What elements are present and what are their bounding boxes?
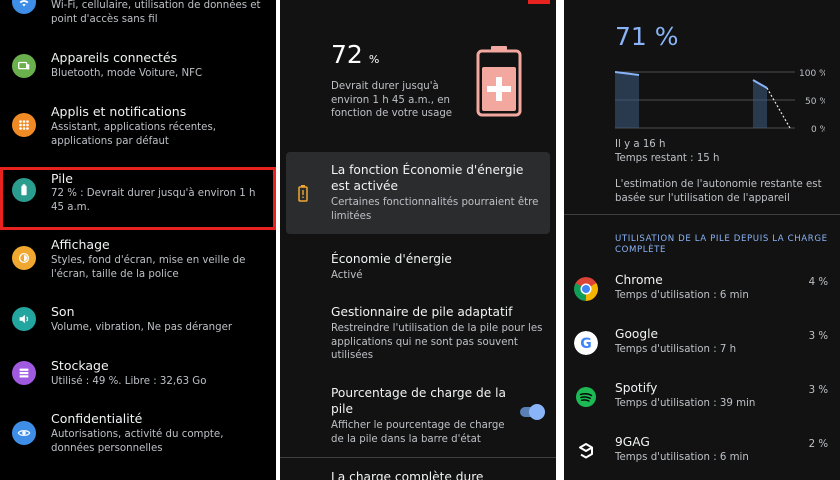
settings-item-connected-devices[interactable]: Appareils connectés Bluetooth, mode Voit… bbox=[0, 48, 276, 92]
app-usage-time: Temps d'utilisation : 6 min bbox=[615, 452, 749, 463]
graph-start-time: Il y a 16 h bbox=[615, 139, 666, 150]
app-usage-time: Temps d'utilisation : 7 h bbox=[615, 344, 737, 355]
settings-item-title: Stockage bbox=[51, 358, 109, 373]
battery-estimate: Devrait durer jusqu'à environ 1 h 45 a.m… bbox=[331, 81, 453, 119]
spotify-icon bbox=[576, 387, 596, 407]
apps-icon bbox=[12, 113, 36, 137]
google-icon: G bbox=[574, 331, 598, 355]
devices-icon bbox=[12, 54, 36, 78]
toggle-knob bbox=[529, 404, 545, 420]
settings-item-title: Affichage bbox=[51, 237, 110, 252]
option-sub: Activé bbox=[331, 270, 363, 281]
axis-label-100: 100 % bbox=[799, 69, 825, 79]
battery-percent-value: 72 bbox=[331, 40, 363, 69]
app-usage-row-9gag[interactable]: 9GAG Temps d'utilisation : 6 min 2 % bbox=[564, 435, 840, 480]
settings-item-sub: Autorisations, activité du compte, donné… bbox=[51, 429, 224, 454]
settings-item-privacy[interactable]: Confidentialité Autorisations, activité … bbox=[0, 410, 276, 458]
app-usage-percent: 3 % bbox=[808, 385, 828, 396]
battery-panel: 72% Devrait durer jusqu'à environ 1 h 45… bbox=[280, 0, 556, 480]
svg-text:G: G bbox=[580, 336, 592, 352]
settings-item-title: Son bbox=[51, 304, 75, 319]
battery-saver-illustration-icon bbox=[476, 46, 522, 117]
battery-detail-panel: 71 % 100 % 50 % 0 % Il y a 16 h Temps re… bbox=[564, 0, 840, 480]
battery-history-graph: 100 % 50 % 0 % bbox=[615, 69, 825, 135]
app-usage-percent: 4 % bbox=[808, 277, 828, 288]
storage-icon bbox=[12, 361, 36, 385]
battery-saver-status-card[interactable]: La fonction Économie d'énergie est activ… bbox=[286, 152, 550, 234]
axis-label-0: 0 % bbox=[811, 125, 825, 135]
settings-item-sub: Bluetooth, mode Voiture, NFC bbox=[51, 68, 203, 79]
battery-saver-card-title: La fonction Économie d'énergie est activ… bbox=[331, 163, 524, 193]
settings-item-title: Applis et notifications bbox=[51, 104, 187, 119]
highlight-box bbox=[0, 167, 276, 230]
app-usage-time: Temps d'utilisation : 6 min bbox=[615, 290, 749, 301]
option-sub: Restreindre l'utilisation de la pile pou… bbox=[331, 323, 543, 361]
settings-item-title: Confidentialité bbox=[51, 411, 143, 426]
app-name: 9GAG bbox=[615, 435, 650, 449]
9gag-icon bbox=[579, 443, 593, 459]
app-usage-percent: 3 % bbox=[808, 331, 828, 342]
divider bbox=[564, 214, 840, 215]
battery-alert-icon bbox=[298, 185, 308, 202]
settings-item-sub: Volume, vibration, Ne pas déranger bbox=[51, 322, 233, 333]
divider bbox=[280, 457, 556, 458]
highlight-corner bbox=[528, 0, 550, 4]
time-remaining: Temps restant : 15 h bbox=[615, 153, 720, 164]
volume-icon bbox=[12, 307, 36, 331]
settings-item-storage[interactable]: Stockage Utilisé : 49 %. Libre : 32,63 G… bbox=[0, 357, 276, 393]
option-sub: Afficher le pourcentage de charge de la … bbox=[331, 420, 505, 445]
app-usage-row-spotify[interactable]: Spotify Temps d'utilisation : 39 min 3 % bbox=[564, 381, 840, 431]
settings-item-title: Appareils connectés bbox=[51, 50, 178, 65]
battery-percent-unit: % bbox=[368, 53, 380, 66]
app-usage-time: Temps d'utilisation : 39 min bbox=[615, 398, 756, 409]
app-usage-row-chrome[interactable]: Chrome Temps d'utilisation : 6 min 4 % bbox=[564, 273, 840, 323]
privacy-icon bbox=[12, 421, 36, 445]
option-title: Gestionnaire de pile adaptatif bbox=[331, 305, 513, 319]
app-name: Chrome bbox=[615, 273, 663, 287]
settings-item-sub: Assistant, applications récentes, applic… bbox=[51, 122, 216, 147]
battery-saver-card-sub: Certaines fonctionnalités pourraient êtr… bbox=[331, 197, 539, 222]
settings-item-apps[interactable]: Applis et notifications Assistant, appli… bbox=[0, 102, 276, 152]
brightness-icon bbox=[12, 246, 36, 270]
settings-panel: Wi-Fi, cellulaire, utilisation de donnée… bbox=[0, 0, 276, 480]
axis-label-50: 50 % bbox=[805, 97, 825, 107]
battery-level: 71 % bbox=[615, 22, 679, 51]
battery-percent: 72% bbox=[331, 40, 379, 69]
adaptive-battery-option[interactable]: Gestionnaire de pile adaptatif Restreind… bbox=[331, 304, 545, 363]
settings-item-sub: Utilisé : 49 %. Libre : 32,63 Go bbox=[51, 376, 207, 387]
wifi-icon bbox=[12, 0, 36, 14]
option-title: Pourcentage de charge de la pile bbox=[331, 386, 506, 416]
option-title: La charge complète dure bbox=[331, 470, 484, 480]
option-title: Économie d'énergie bbox=[331, 252, 452, 266]
app-usage-percent: 2 % bbox=[808, 439, 828, 450]
app-name: Google bbox=[615, 327, 658, 341]
settings-item-sound[interactable]: Son Volume, vibration, Ne pas déranger bbox=[0, 303, 276, 339]
app-usage-row-google[interactable]: G Google Temps d'utilisation : 7 h 3 % bbox=[564, 327, 840, 377]
battery-saver-option[interactable]: Économie d'énergie Activé bbox=[331, 251, 545, 283]
settings-item-network[interactable]: Wi-Fi, cellulaire, utilisation de donnée… bbox=[0, 0, 276, 32]
chrome-icon bbox=[574, 277, 598, 301]
full-charge-option[interactable]: La charge complète dure bbox=[331, 469, 545, 480]
settings-item-sub: Styles, fond d'écran, mise en veille de … bbox=[51, 255, 246, 280]
settings-item-sub: Wi-Fi, cellulaire, utilisation de donnée… bbox=[51, 0, 261, 25]
battery-percentage-option[interactable]: Pourcentage de charge de la pile Affiche… bbox=[331, 385, 511, 446]
battery-percentage-toggle[interactable] bbox=[520, 404, 545, 420]
estimate-note: L'estimation de l'autonomie restante est… bbox=[615, 179, 822, 204]
settings-item-display[interactable]: Affichage Styles, fond d'écran, mise en … bbox=[0, 236, 276, 284]
usage-section-header: UTILISATION DE LA PILE DEPUIS LA CHARGE … bbox=[615, 234, 828, 255]
app-name: Spotify bbox=[615, 381, 658, 395]
